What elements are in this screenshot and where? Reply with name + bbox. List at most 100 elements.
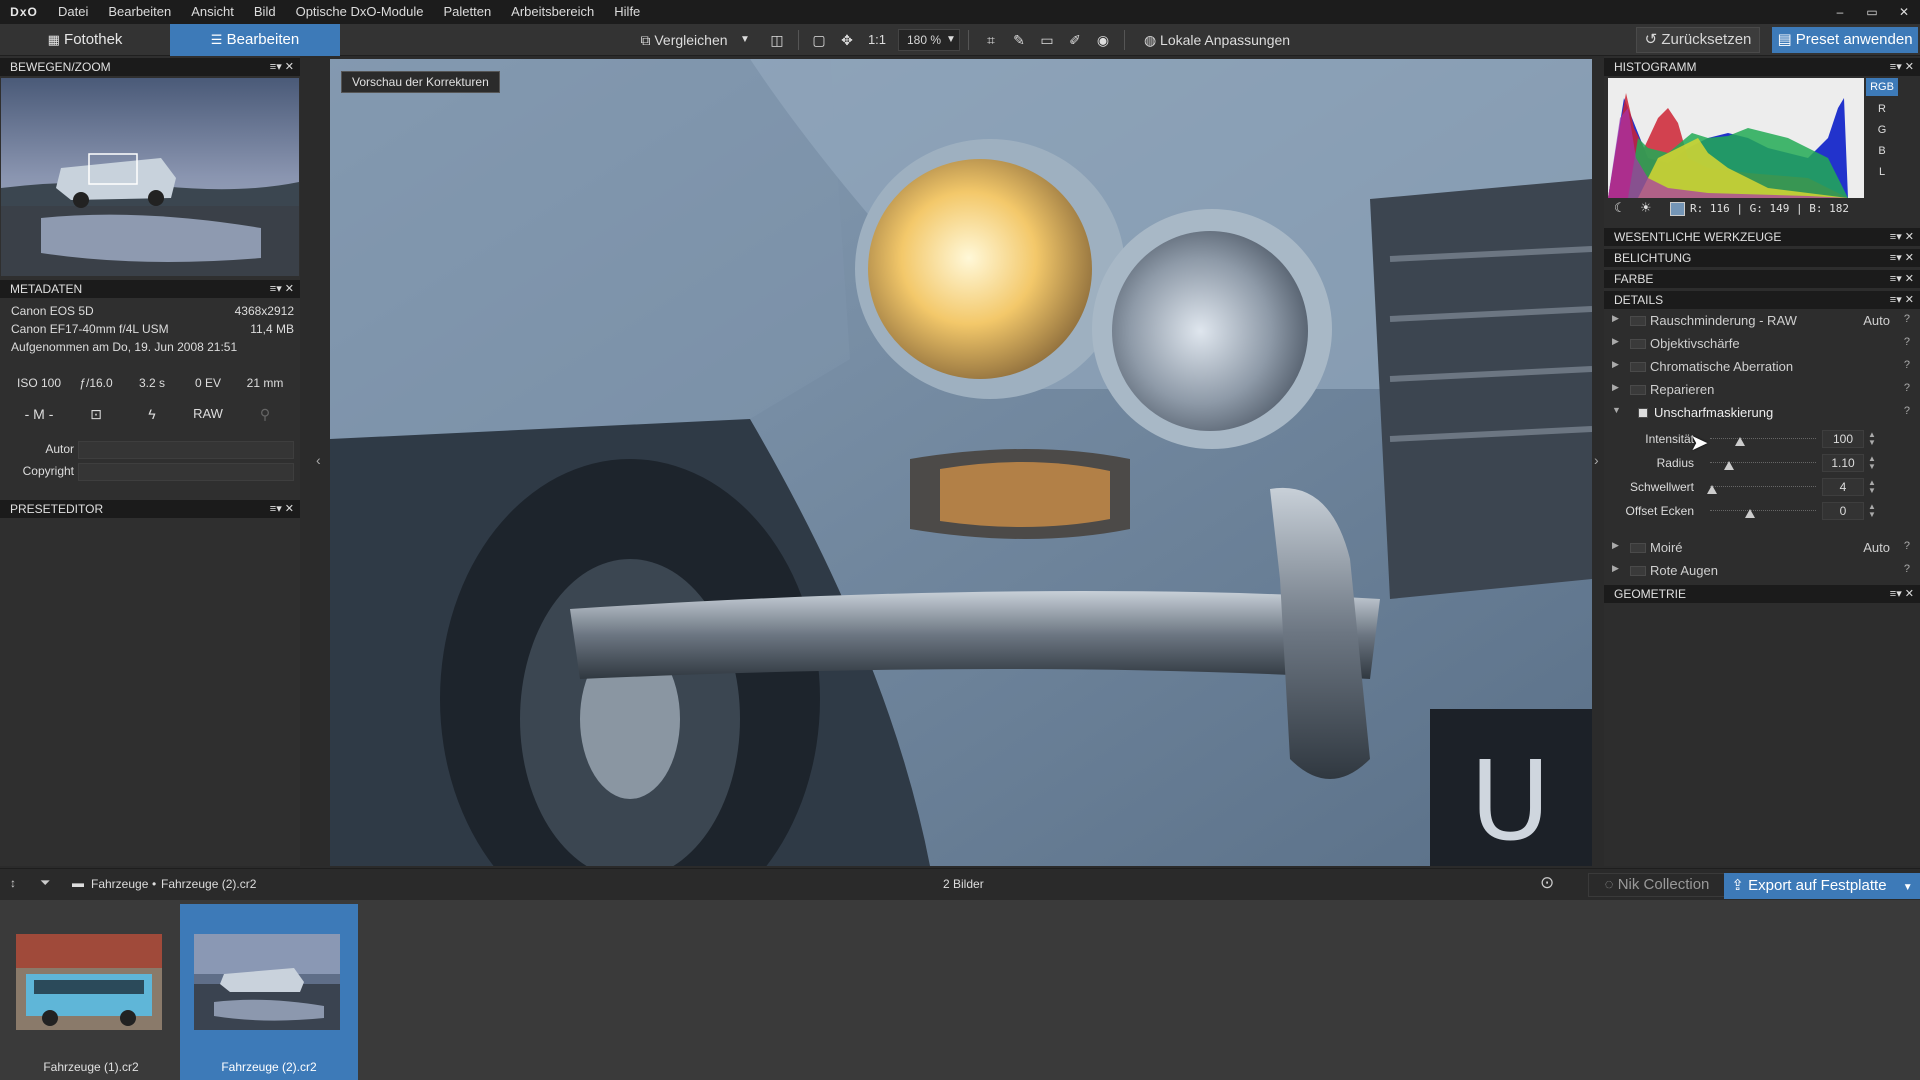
tool-toggle[interactable]: [1630, 543, 1646, 553]
histogram-channel-rgb[interactable]: RGB: [1866, 78, 1898, 96]
apply-preset-button[interactable]: ▤ Preset anwenden: [1772, 27, 1918, 53]
expand-icon[interactable]: ▶: [1612, 313, 1619, 324]
geometry-header[interactable]: GEOMETRIE ≡▾ ✕: [1604, 585, 1920, 603]
panel-menu-close-icon[interactable]: ≡▾ ✕: [1890, 249, 1914, 267]
expand-icon[interactable]: ▶: [1612, 336, 1619, 347]
slider-track[interactable]: [1710, 510, 1816, 512]
author-field[interactable]: [78, 441, 294, 459]
help-icon[interactable]: ?: [1904, 563, 1910, 575]
collapse-right-icon[interactable]: ›: [1594, 452, 1599, 468]
panel-menu-close-icon[interactable]: ≡▾ ✕: [1890, 270, 1914, 288]
nik-collection-button[interactable]: ◌ Nik Collection: [1588, 873, 1726, 897]
menu-bearbeiten[interactable]: Bearbeiten: [98, 0, 181, 24]
auto-button[interactable]: Auto: [1863, 313, 1890, 328]
reset-button[interactable]: ↺ Zurücksetzen: [1636, 27, 1760, 53]
compare-button[interactable]: ⧉ Vergleichen: [624, 28, 744, 52]
tool-toggle[interactable]: [1630, 362, 1646, 372]
help-icon[interactable]: ?: [1904, 313, 1910, 325]
help-icon[interactable]: ?: [1904, 336, 1910, 348]
slider-thumb[interactable]: [1745, 509, 1756, 518]
spinner-icon[interactable]: ▲ ▼: [1868, 503, 1876, 519]
tab-bearbeiten[interactable]: ☰ Bearbeiten: [170, 24, 340, 56]
help-icon[interactable]: ?: [1904, 382, 1910, 394]
menu-datei[interactable]: Datei: [48, 0, 98, 24]
minimize-button[interactable]: –: [1824, 0, 1856, 24]
menu-optische-module[interactable]: Optische DxO-Module: [286, 0, 434, 24]
slider-offset-corners[interactable]: Offset Ecken 0 ▲ ▼: [1604, 500, 1920, 522]
image-viewer[interactable]: U: [330, 59, 1592, 866]
export-dropdown-icon[interactable]: ▼: [1903, 882, 1913, 893]
slider-value-field[interactable]: 0: [1822, 502, 1864, 520]
help-icon[interactable]: ?: [1904, 540, 1910, 552]
histogram-channel-g[interactable]: G: [1866, 121, 1898, 139]
menu-paletten[interactable]: Paletten: [433, 0, 501, 24]
collapse-icon[interactable]: ▼: [1612, 405, 1621, 415]
eyedropper-icon[interactable]: ✎: [1008, 28, 1030, 52]
slider-intensity[interactable]: Intensität 100 ▲ ▼: [1604, 428, 1920, 450]
eye-icon[interactable]: ◉: [1092, 28, 1114, 52]
preset-editor-header[interactable]: PRESETEDITOR ≡▾ ✕: [0, 500, 300, 518]
tool-moire[interactable]: ▶ Moiré Auto ?: [1604, 537, 1920, 559]
panel-menu-close-icon[interactable]: ≡▾ ✕: [270, 500, 294, 518]
moon-icon[interactable]: ☾: [1614, 200, 1626, 216]
sort-icon[interactable]: ↕: [10, 876, 16, 890]
tool-lens-sharpness[interactable]: ▶ Objektivschärfe ?: [1604, 333, 1920, 355]
thumbnail-fahrzeuge-2-selected[interactable]: Fahrzeuge (2).cr2: [180, 904, 358, 1080]
panel-menu-close-icon[interactable]: ≡▾ ✕: [270, 58, 294, 76]
zoom-dropdown-icon[interactable]: ▼: [944, 28, 958, 52]
one-to-one-button[interactable]: 1:1: [864, 28, 890, 52]
tool-toggle[interactable]: [1630, 566, 1646, 576]
path-file[interactable]: Fahrzeuge (2).cr2: [161, 877, 256, 891]
color-header[interactable]: FARBE ≡▾ ✕: [1604, 270, 1920, 288]
slider-value-field[interactable]: 4: [1822, 478, 1864, 496]
essential-tools-header[interactable]: WESENTLICHE WERKZEUGE ≡▾ ✕: [1604, 228, 1920, 246]
local-adjustments-button[interactable]: ◍ Lokale Anpassungen: [1134, 28, 1300, 52]
histogram-channel-r[interactable]: R: [1866, 100, 1898, 118]
tool-toggle[interactable]: [1630, 339, 1646, 349]
tool-toggle[interactable]: [1630, 316, 1646, 326]
help-icon[interactable]: ?: [1904, 359, 1910, 371]
slider-track[interactable]: [1710, 438, 1816, 440]
panel-menu-close-icon[interactable]: ≡▾ ✕: [1890, 291, 1914, 309]
tool-repair[interactable]: ▶ Reparieren ?: [1604, 379, 1920, 401]
auto-button[interactable]: Auto: [1863, 540, 1890, 555]
tab-fotothek[interactable]: ▦ Fotothek: [0, 24, 170, 56]
tool-chromatic-aberration[interactable]: ▶ Chromatische Aberration ?: [1604, 356, 1920, 378]
help-icon[interactable]: ?: [1904, 405, 1910, 417]
tool-red-eye[interactable]: ▶ Rote Augen ?: [1604, 560, 1920, 582]
spinner-icon[interactable]: ▲ ▼: [1868, 455, 1876, 471]
slider-thumb[interactable]: [1734, 437, 1745, 446]
expand-icon[interactable]: ▶: [1612, 540, 1619, 551]
slider-value-field[interactable]: 100: [1822, 430, 1864, 448]
sun-icon[interactable]: ☀: [1640, 200, 1652, 216]
spinner-icon[interactable]: ▲ ▼: [1868, 479, 1876, 495]
crop-icon[interactable]: ⌗: [980, 28, 1002, 52]
expand-icon[interactable]: ▶: [1612, 382, 1619, 393]
copyright-field[interactable]: [78, 463, 294, 481]
tool-unsharp-mask[interactable]: ▼ Unscharfmaskierung ?: [1604, 402, 1920, 424]
slider-thumb[interactable]: [1707, 485, 1718, 494]
collapse-left-icon[interactable]: ‹: [316, 452, 321, 468]
slider-track[interactable]: [1710, 486, 1816, 488]
tool-toggle[interactable]: [1630, 385, 1646, 395]
filter-icon[interactable]: ⏷: [40, 875, 50, 891]
tool-noise-reduction[interactable]: ▶ Rauschminderung - RAW Auto ?: [1604, 310, 1920, 332]
close-window-button[interactable]: ✕: [1888, 0, 1920, 24]
panel-menu-close-icon[interactable]: ≡▾ ✕: [1890, 228, 1914, 246]
spinner-icon[interactable]: ▲ ▼: [1868, 431, 1876, 447]
expand-icon[interactable]: ▶: [1612, 359, 1619, 370]
histogram-channel-b[interactable]: B: [1866, 142, 1898, 160]
repair-icon[interactable]: ✐: [1064, 28, 1086, 52]
menu-arbeitsbereich[interactable]: Arbeitsbereich: [501, 0, 604, 24]
exposure-header[interactable]: BELICHTUNG ≡▾ ✕: [1604, 249, 1920, 267]
metadata-header[interactable]: METADATEN ≡▾ ✕: [0, 280, 300, 298]
details-header[interactable]: DETAILS ≡▾ ✕: [1604, 291, 1920, 309]
expand-icon[interactable]: ▶: [1612, 563, 1619, 574]
export-share-icon[interactable]: ⊙: [1540, 873, 1554, 893]
path-folder[interactable]: Fahrzeuge: [91, 877, 148, 891]
straighten-icon[interactable]: ▭: [1036, 28, 1058, 52]
panel-menu-close-icon[interactable]: ≡▾ ✕: [1890, 585, 1914, 603]
menu-hilfe[interactable]: Hilfe: [604, 0, 650, 24]
slider-thumb[interactable]: [1724, 461, 1735, 470]
export-to-disk-button[interactable]: ⇪ Export auf Festplatte ▼: [1724, 873, 1920, 899]
